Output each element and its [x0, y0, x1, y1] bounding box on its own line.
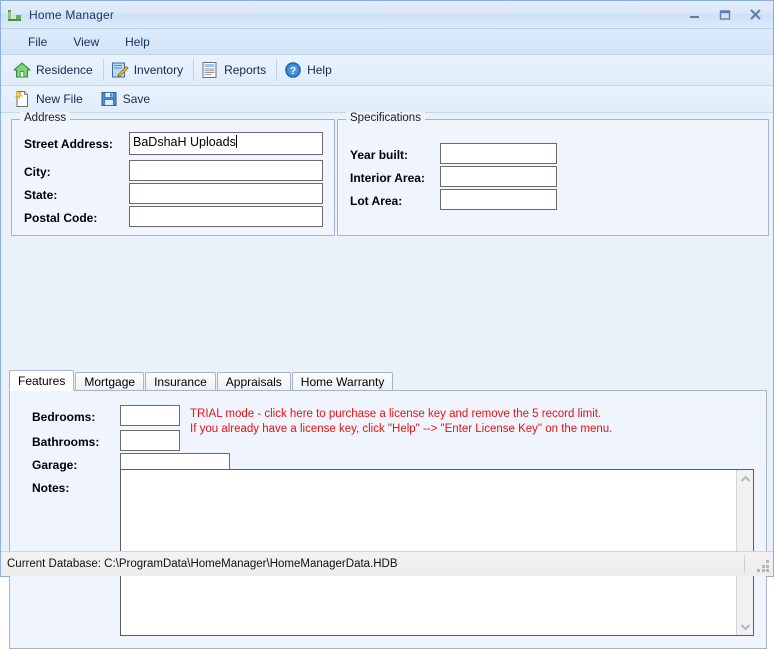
tab-strip: Features Mortgage Insurance Appraisals H…	[9, 370, 767, 391]
label-garage: Garage:	[32, 458, 78, 472]
tab-mortgage[interactable]: Mortgage	[75, 372, 145, 390]
address-group-title: Address	[20, 112, 71, 124]
toolbar-button-help[interactable]: ? Help	[280, 56, 339, 84]
label-notes: Notes:	[32, 481, 70, 495]
bathrooms-input[interactable]	[120, 430, 180, 451]
report-document-icon	[201, 61, 219, 79]
tab-insurance[interactable]: Insurance	[145, 372, 216, 390]
app-building-icon	[7, 7, 23, 23]
toolbar-button-new-file[interactable]: New File	[9, 85, 90, 113]
window-title: Home Manager	[29, 7, 115, 22]
status-bar-text: Current Database: C:\ProgramData\HomeMan…	[7, 558, 398, 570]
bedrooms-input[interactable]	[120, 405, 180, 426]
menu-bar: File View Help	[1, 29, 773, 55]
label-street-address: Street Address:	[24, 137, 113, 151]
resize-grip-icon[interactable]	[757, 560, 770, 573]
year-built-input[interactable]	[440, 143, 557, 164]
label-postal-code: Postal Code:	[24, 211, 98, 225]
close-button[interactable]	[741, 5, 769, 25]
tab-features[interactable]: Features	[9, 370, 75, 391]
features-tab-panel: Bedrooms: Bathrooms: Garage: Notes: TRIA…	[9, 390, 767, 649]
toolbar-label-new-file: New File	[36, 92, 83, 106]
new-file-icon	[13, 90, 31, 108]
trial-notice-line-2: If you already have a license key, click…	[190, 423, 613, 435]
city-input[interactable]	[129, 160, 323, 181]
label-lot-area: Lot Area:	[350, 194, 403, 208]
maximize-button[interactable]	[711, 5, 739, 25]
toolbar-label-help: Help	[307, 63, 332, 77]
main-toolbar: Residence Inventory Reports ? Help	[1, 55, 773, 86]
toolbar-label-inventory: Inventory	[133, 63, 184, 77]
minimize-button[interactable]	[681, 5, 709, 25]
scroll-down-icon[interactable]	[737, 618, 754, 635]
specifications-groupbox: Specifications Year built: Interior Area…	[337, 112, 769, 236]
toolbar-separator	[193, 59, 195, 81]
menu-item-help[interactable]: Help	[114, 32, 161, 52]
toolbar-button-inventory[interactable]: Inventory	[107, 56, 190, 84]
address-groupbox: Address Street Address: BaDshaH Uploads …	[11, 112, 335, 236]
toolbar-button-save[interactable]: Save	[96, 85, 157, 113]
file-toolbar: New File Save	[1, 86, 773, 113]
house-icon	[13, 61, 31, 79]
toolbar-button-residence[interactable]: Residence	[9, 56, 100, 84]
status-bar: Current Database: C:\ProgramData\HomeMan…	[1, 551, 773, 576]
label-state: State:	[24, 188, 58, 202]
window-controls	[681, 1, 769, 28]
specifications-group-title: Specifications	[346, 112, 425, 124]
notepad-pencil-icon	[111, 61, 129, 79]
menu-item-file[interactable]: File	[17, 32, 58, 52]
state-input[interactable]	[129, 183, 323, 204]
menu-item-view[interactable]: View	[62, 32, 110, 52]
label-interior-area: Interior Area:	[350, 171, 425, 185]
tab-home-warranty[interactable]: Home Warranty	[291, 372, 394, 390]
client-area: Address Street Address: BaDshaH Uploads …	[1, 112, 773, 649]
label-year-built: Year built:	[350, 148, 409, 162]
toolbar-label-save: Save	[122, 92, 151, 106]
svg-text:?: ?	[290, 66, 296, 77]
question-circle-icon: ?	[284, 61, 302, 79]
street-address-input[interactable]: BaDshaH Uploads	[129, 132, 323, 155]
toolbar-separator	[102, 59, 104, 81]
postal-code-input[interactable]	[129, 206, 323, 227]
status-bar-separator	[744, 555, 745, 573]
tab-appraisals[interactable]: Appraisals	[216, 372, 291, 390]
label-bedrooms: Bedrooms:	[32, 410, 96, 424]
text-caret	[235, 135, 237, 148]
floppy-disk-icon	[100, 90, 118, 108]
title-bar: Home Manager	[1, 1, 773, 29]
trial-notice-line-1[interactable]: TRIAL mode - click here to purchase a li…	[190, 407, 601, 422]
lot-area-input[interactable]	[440, 189, 557, 210]
application-window: Home Manager File View Help Residence In…	[0, 0, 774, 649]
toolbar-label-reports: Reports	[224, 63, 267, 77]
toolbar-separator	[276, 59, 278, 81]
scroll-up-icon[interactable]	[737, 470, 754, 487]
interior-area-input[interactable]	[440, 166, 557, 187]
toolbar-button-reports[interactable]: Reports	[197, 56, 273, 84]
label-bathrooms: Bathrooms:	[32, 435, 100, 449]
toolbar-label-residence: Residence	[36, 63, 93, 77]
label-city: City:	[24, 165, 51, 179]
